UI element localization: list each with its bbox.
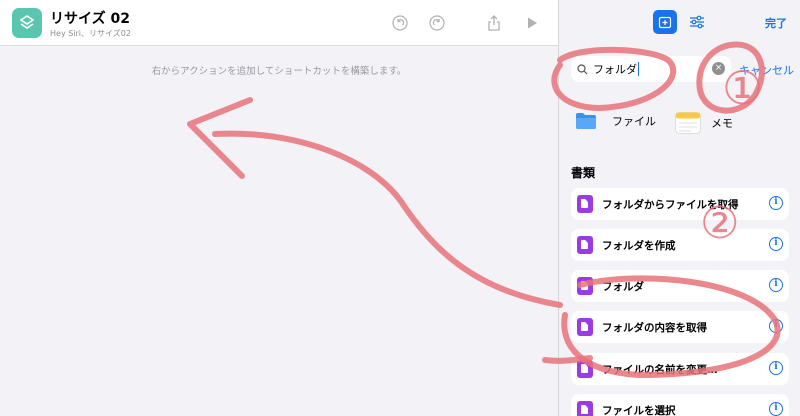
document-icon	[577, 401, 593, 416]
clear-search-button[interactable]: ×	[712, 62, 725, 75]
app-label: メモ	[711, 117, 733, 130]
app-label: ファイル	[612, 115, 656, 128]
shortcut-title[interactable]: リサイズ 02	[50, 8, 130, 28]
settings-sliders-tab[interactable]	[685, 10, 709, 34]
shortcut-icon[interactable]	[12, 8, 42, 38]
action-label: フォルダを作成	[602, 239, 676, 252]
shortcut-subtitle: Hey Siri、リサイズ02	[50, 29, 131, 38]
folder-icon	[576, 113, 596, 129]
search-value: フォルダ	[593, 63, 637, 76]
document-icon	[577, 277, 593, 295]
action-create-folder[interactable]: フォルダを作成 i	[571, 229, 789, 261]
info-icon[interactable]: i	[769, 402, 783, 416]
search-icon	[577, 63, 588, 74]
section-title: 書類	[571, 166, 596, 180]
editor-canvas: リサイズ 02 Hey Siri、リサイズ02 右からアクションを追加してショー…	[0, 0, 558, 416]
play-icon[interactable]	[522, 13, 542, 33]
panel-header: 完了	[559, 0, 800, 46]
document-icon	[577, 195, 593, 213]
action-label: ファイルの名前を変更…	[602, 363, 718, 376]
action-select-file[interactable]: ファイルを選択 i	[571, 394, 789, 416]
action-library-panel: 完了 フォルダ × キャンセル ファイル メモ 書類 フォルダからファイルを取得…	[558, 0, 800, 416]
text-caret	[638, 62, 639, 76]
document-icon	[577, 318, 593, 336]
info-icon[interactable]: i	[769, 361, 783, 375]
action-label: フォルダからファイルを取得	[602, 198, 739, 211]
action-label: フォルダの内容を取得	[602, 321, 707, 334]
action-get-files-from-folder[interactable]: フォルダからファイルを取得 i	[571, 188, 789, 220]
cancel-button[interactable]: キャンセル	[739, 62, 794, 78]
done-button[interactable]: 完了	[765, 15, 787, 31]
undo-icon[interactable]	[390, 13, 410, 33]
search-input[interactable]: フォルダ	[571, 56, 731, 82]
info-icon[interactable]: i	[769, 237, 783, 251]
app-notes[interactable]: メモ	[675, 112, 733, 134]
info-icon[interactable]: i	[769, 278, 783, 292]
action-get-folder-contents[interactable]: フォルダの内容を取得 i	[571, 311, 789, 343]
info-icon[interactable]: i	[769, 319, 783, 333]
action-rename-file[interactable]: ファイルの名前を変更… i	[571, 353, 789, 385]
document-icon	[577, 360, 593, 378]
action-label: フォルダ	[602, 280, 644, 293]
app-files[interactable]: ファイル	[575, 112, 656, 130]
editor-toolbar: リサイズ 02 Hey Siri、リサイズ02	[0, 0, 558, 46]
action-label: ファイルを選択	[602, 404, 676, 416]
action-folder[interactable]: フォルダ i	[571, 270, 789, 302]
info-icon[interactable]: i	[769, 196, 783, 210]
empty-canvas-hint: 右からアクションを追加してショートカットを構築します。	[151, 66, 407, 77]
share-icon[interactable]	[484, 13, 504, 33]
add-action-tab[interactable]	[653, 10, 677, 34]
redo-icon[interactable]	[427, 13, 447, 33]
document-icon	[577, 236, 593, 254]
notes-icon	[675, 112, 701, 134]
